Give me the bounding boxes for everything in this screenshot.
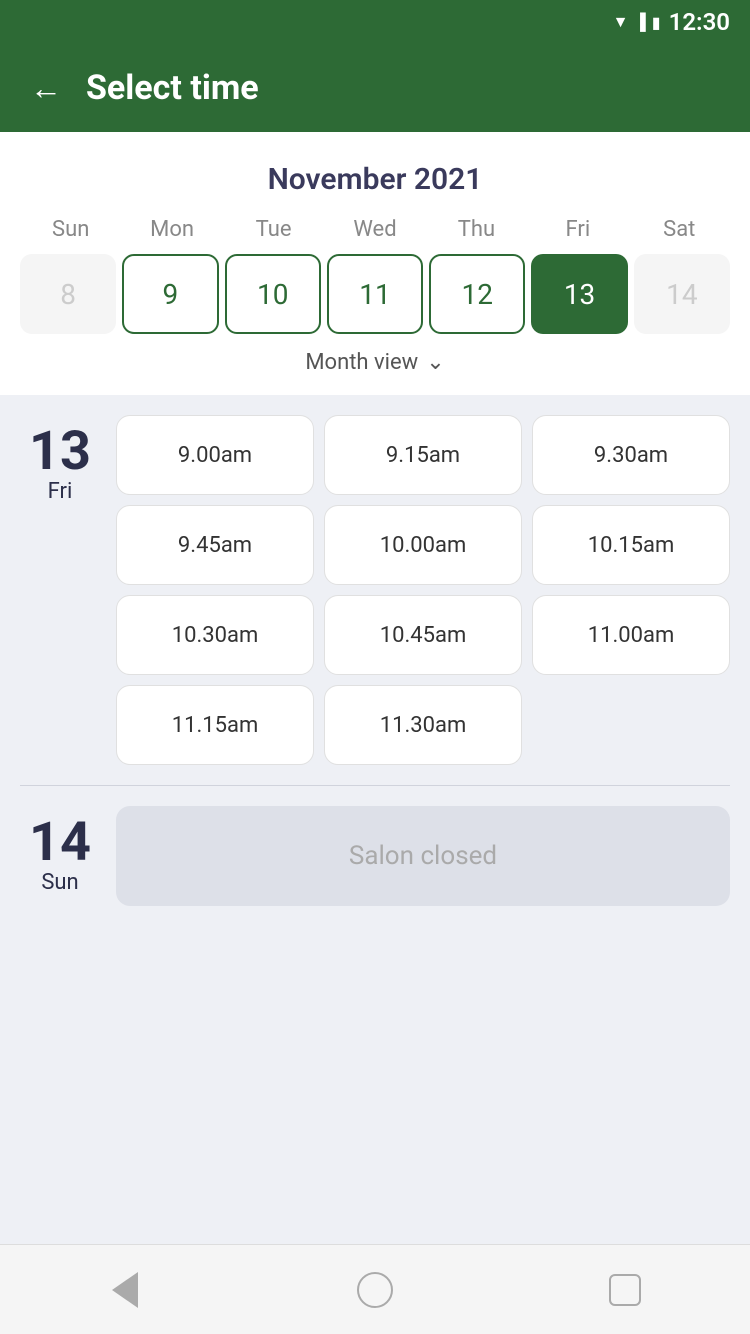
salon-closed-label: Salon closed xyxy=(116,806,730,906)
calendar-section: November 2021 Sun Mon Tue Wed Thu Fri Sa… xyxy=(0,132,750,395)
day-header-thu: Thu xyxy=(426,217,527,242)
time-slots-13: 9.00am 9.15am 9.30am 9.45am 10.00am 10.1… xyxy=(116,415,730,765)
day-header-wed: Wed xyxy=(324,217,425,242)
day-header-fri: Fri xyxy=(527,217,628,242)
day-header-tue: Tue xyxy=(223,217,324,242)
day-header-sun: Sun xyxy=(20,217,121,242)
time-slot-1045am[interactable]: 10.45am xyxy=(324,595,522,675)
signal-icon: ▐ xyxy=(634,12,645,32)
month-title: November 2021 xyxy=(20,162,730,197)
nav-recents-button[interactable] xyxy=(600,1265,650,1315)
time-slot-1015am[interactable]: 10.15am xyxy=(532,505,730,585)
day-cells: 8 9 10 11 12 13 14 xyxy=(20,254,730,334)
day-cell-9[interactable]: 9 xyxy=(122,254,218,334)
day-block-13: 13 Fri 9.00am 9.15am 9.30am 9.45am 10.00… xyxy=(20,415,730,765)
home-circle-icon xyxy=(357,1272,393,1308)
nav-home-button[interactable] xyxy=(350,1265,400,1315)
back-button[interactable]: ← xyxy=(30,69,62,107)
day-number-13: 13 xyxy=(29,425,91,479)
nav-back-button[interactable] xyxy=(100,1265,150,1315)
month-view-toggle[interactable]: Month view ⌄ xyxy=(20,334,730,385)
time-slot-915am[interactable]: 9.15am xyxy=(324,415,522,495)
day-headers: Sun Mon Tue Wed Thu Fri Sat xyxy=(20,217,730,242)
app-header: ← Select time xyxy=(0,44,750,132)
day-name-14: Sun xyxy=(41,870,78,895)
day-header-sat: Sat xyxy=(629,217,730,242)
time-slot-900am[interactable]: 9.00am xyxy=(116,415,314,495)
day-name-13: Fri xyxy=(48,479,73,504)
time-slot-930am[interactable]: 9.30am xyxy=(532,415,730,495)
status-time: 12:30 xyxy=(669,8,730,36)
recents-square-icon xyxy=(609,1274,641,1306)
time-section: 13 Fri 9.00am 9.15am 9.30am 9.45am 10.00… xyxy=(0,395,750,1244)
month-view-label: Month view xyxy=(305,350,418,375)
day-cell-10[interactable]: 10 xyxy=(225,254,321,334)
status-bar: ▼ ▐ ▮ 12:30 xyxy=(0,0,750,44)
nav-bar xyxy=(0,1244,750,1334)
day-cell-8: 8 xyxy=(20,254,116,334)
time-slot-1100am[interactable]: 11.00am xyxy=(532,595,730,675)
page-title: Select time xyxy=(86,68,259,108)
day-label-14: 14 Sun xyxy=(20,806,100,906)
day-cell-14: 14 xyxy=(634,254,730,334)
day-number-14: 14 xyxy=(29,816,91,870)
time-slot-1130am[interactable]: 11.30am xyxy=(324,685,522,765)
battery-icon: ▮ xyxy=(652,13,661,32)
section-divider xyxy=(20,785,730,786)
chevron-down-icon: ⌄ xyxy=(426,350,444,375)
status-icons: ▼ ▐ ▮ xyxy=(613,12,661,32)
time-slot-1115am[interactable]: 11.15am xyxy=(116,685,314,765)
time-slot-945am[interactable]: 9.45am xyxy=(116,505,314,585)
day-cell-11[interactable]: 11 xyxy=(327,254,423,334)
day-cell-13[interactable]: 13 xyxy=(531,254,627,334)
back-triangle-icon xyxy=(112,1272,138,1308)
wifi-icon: ▼ xyxy=(613,12,629,32)
time-slot-1030am[interactable]: 10.30am xyxy=(116,595,314,675)
day-header-mon: Mon xyxy=(121,217,222,242)
day-label-13: 13 Fri xyxy=(20,415,100,765)
time-slot-1000am[interactable]: 10.00am xyxy=(324,505,522,585)
day-cell-12[interactable]: 12 xyxy=(429,254,525,334)
day-block-14: 14 Sun Salon closed xyxy=(20,806,730,906)
